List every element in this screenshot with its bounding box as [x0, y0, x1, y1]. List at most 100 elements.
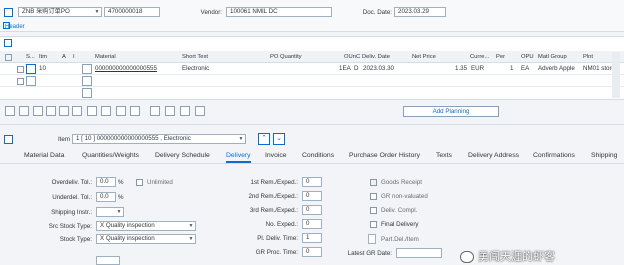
- print-icon[interactable]: [87, 106, 97, 116]
- row-status-box[interactable]: [26, 64, 36, 74]
- row-plant: NM01 store: [583, 65, 615, 72]
- row-short-text: Electronic: [182, 65, 210, 72]
- src-stock-value: X Quality inspection: [100, 222, 155, 229]
- prev-item-button[interactable]: ⌃: [258, 133, 270, 145]
- row-i-box[interactable]: [82, 64, 92, 74]
- copy-icon[interactable]: [19, 106, 29, 116]
- delete-icon[interactable]: [33, 106, 43, 116]
- part-del-field[interactable]: [368, 234, 376, 244]
- doc-date-value: 2023.03.29: [398, 8, 429, 15]
- vendor-field[interactable]: 100061 NMIL DC: [226, 7, 332, 17]
- filter-icon[interactable]: [59, 106, 69, 116]
- row-status-icon: [5, 54, 12, 61]
- rem2-field[interactable]: 0: [302, 191, 322, 201]
- item-select[interactable]: 1 [ 10 ] 000000000000000555 , Electronic…: [72, 134, 246, 144]
- tab-purchase-order-history[interactable]: Purchase Order History: [349, 151, 420, 160]
- row-deliv-date: 2023.03.30: [363, 65, 394, 72]
- stock-type-select[interactable]: X Quality inspection ▼: [96, 234, 196, 244]
- table-row[interactable]: [0, 63, 624, 75]
- chevron-down-icon: ▼: [188, 236, 194, 242]
- header-label[interactable]: Header: [5, 23, 25, 32]
- chevron-down-icon: ▼: [238, 136, 244, 142]
- add-planning-button[interactable]: Add Planning: [403, 106, 499, 117]
- underdel-value: 0.0: [100, 193, 109, 200]
- partial-hidden-field[interactable]: [96, 256, 120, 265]
- doc-type-select[interactable]: ZNB 采购订单PO ▼: [18, 7, 102, 17]
- gr-proc-label: GR Proc. Time:: [255, 249, 298, 256]
- overdeliv-percent: %: [118, 179, 124, 186]
- gr-non-valuated-checkbox[interactable]: [370, 193, 377, 200]
- pl-deliv-field[interactable]: 1: [302, 233, 322, 243]
- overdeliv-field[interactable]: 0.0: [96, 177, 116, 187]
- row-net-price: 1.35: [455, 65, 468, 72]
- table-row[interactable]: [0, 87, 624, 98]
- gr-proc-field[interactable]: 0: [302, 247, 322, 257]
- doc-date-field[interactable]: 2023.03.29: [394, 7, 446, 17]
- tab-conditions[interactable]: Conditions: [302, 151, 334, 160]
- no-exped-label: No. Exped.:: [265, 221, 298, 228]
- header-toggle-icon[interactable]: [4, 8, 13, 17]
- underdel-percent: %: [118, 194, 124, 201]
- row-status-box[interactable]: [26, 76, 36, 86]
- col-po-quantity: PO Quantity: [270, 54, 302, 60]
- rem1-field[interactable]: 0: [302, 177, 322, 187]
- sort-icon[interactable]: [46, 106, 56, 116]
- tab-material-data[interactable]: Material Data: [24, 151, 64, 160]
- col-a: A: [62, 54, 66, 60]
- shipping-instr-select[interactable]: ▼: [96, 207, 124, 217]
- row-i-box[interactable]: [82, 88, 92, 98]
- goods-receipt-checkbox[interactable]: [370, 179, 377, 186]
- no-exped-field[interactable]: 0: [302, 219, 322, 229]
- po-number-field[interactable]: 4700000018: [104, 7, 160, 17]
- sum-icon[interactable]: [72, 106, 82, 116]
- tab-invoice[interactable]: Invoice: [265, 151, 287, 160]
- item-detail-toggle-icon[interactable]: [4, 135, 13, 144]
- next-item-button[interactable]: ⌄: [273, 133, 285, 145]
- vertical-scrollbar[interactable]: [612, 52, 620, 98]
- deliv-compl-label: Deliv. Compl.: [381, 207, 418, 214]
- tab-delivery[interactable]: Delivery: [226, 151, 251, 163]
- add-planning-label: Add Planning: [432, 108, 470, 115]
- row-select-checkbox[interactable]: [17, 66, 24, 73]
- col-currency: Curre...: [470, 54, 490, 60]
- tab-shipping[interactable]: Shipping: [591, 151, 617, 160]
- row-i-box[interactable]: [82, 76, 92, 86]
- default-values-icon[interactable]: [180, 106, 190, 116]
- col-net-price: Net Price: [412, 54, 436, 60]
- row-select-checkbox[interactable]: [17, 78, 24, 85]
- rem3-value: 0: [306, 206, 310, 213]
- tab-confirmations[interactable]: Confirmations: [533, 151, 575, 160]
- col-per: Per: [496, 54, 506, 60]
- final-delivery-checkbox[interactable]: [370, 221, 377, 228]
- table-settings-icon[interactable]: [4, 39, 12, 47]
- rem3-field[interactable]: 0: [302, 205, 322, 215]
- unlimited-checkbox[interactable]: [136, 179, 143, 186]
- tab-delivery-schedule[interactable]: Delivery Schedule: [155, 151, 210, 160]
- shipping-instr-label: Shipping Instr.:: [51, 209, 92, 216]
- layout-icon[interactable]: [130, 106, 140, 116]
- chevron-down-icon: ▼: [94, 9, 100, 15]
- settings-icon[interactable]: [116, 106, 126, 116]
- row-material[interactable]: 000000000000000555: [95, 65, 157, 73]
- tab-quantities-weights[interactable]: Quantities/Weights: [82, 151, 139, 160]
- overdeliv-value: 0.0: [100, 178, 109, 185]
- table-row[interactable]: [0, 75, 624, 87]
- underdel-field[interactable]: 0.0: [96, 192, 116, 202]
- gr-proc-value: 0: [306, 248, 310, 255]
- latest-gr-field[interactable]: [396, 248, 442, 258]
- col-item: Itm: [39, 54, 48, 60]
- details-icon[interactable]: [5, 106, 15, 116]
- tab-delivery-address[interactable]: Delivery Address: [468, 151, 519, 160]
- more-icon[interactable]: [195, 106, 205, 116]
- deliv-compl-checkbox[interactable]: [370, 207, 377, 214]
- tab-texts[interactable]: Texts: [436, 151, 452, 160]
- underdel-label: Underdel. Tol.:: [52, 194, 92, 201]
- rem2-value: 0: [306, 192, 310, 199]
- export-icon[interactable]: [101, 106, 111, 116]
- src-stock-select[interactable]: X Quality inspection ▼: [96, 221, 196, 231]
- item-label: Item: [57, 136, 70, 143]
- conditions-icon[interactable]: [150, 106, 160, 116]
- src-stock-label: Src Stock Type:: [48, 223, 92, 230]
- overdeliv-label: Overdeliv. Tol.:: [51, 179, 92, 186]
- tools-icon[interactable]: [165, 106, 175, 116]
